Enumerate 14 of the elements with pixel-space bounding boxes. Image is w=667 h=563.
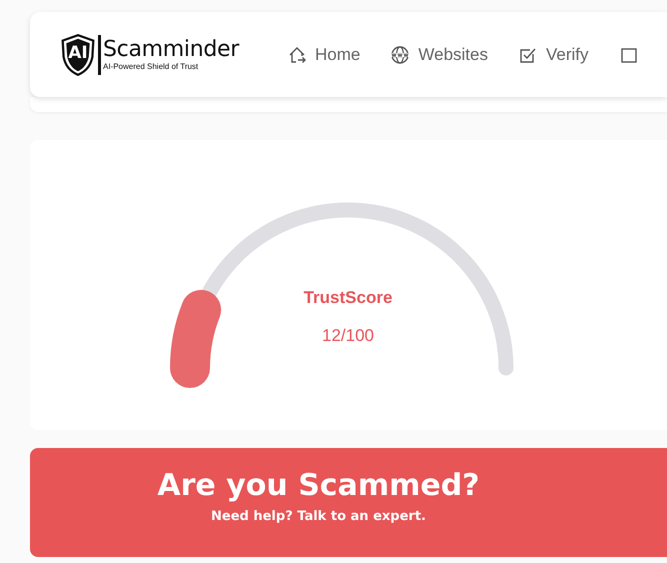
shield-icon	[60, 32, 96, 76]
banner-subtitle: Need help? Talk to an expert.	[211, 508, 426, 526]
score-value: 12/100	[321, 326, 375, 346]
help-banner[interactable]: Are you Scammed? Need help? Talk to an expert.	[30, 448, 667, 557]
banner-title: Are you Scammed?	[157, 467, 480, 505]
logo-tagline: AI-Powered Shield of Trust	[103, 62, 200, 71]
logo-mark: AI	[67, 42, 89, 62]
nav-link[interactable]: Home	[287, 44, 360, 64]
globe-icon	[390, 44, 410, 64]
nav-link[interactable]: Websites	[390, 44, 488, 64]
logo-name: Scamminder	[103, 38, 240, 62]
home-icon	[287, 44, 308, 64]
score-label: TrustScore	[302, 288, 394, 308]
nav-link[interactable]: Verify	[518, 44, 589, 64]
